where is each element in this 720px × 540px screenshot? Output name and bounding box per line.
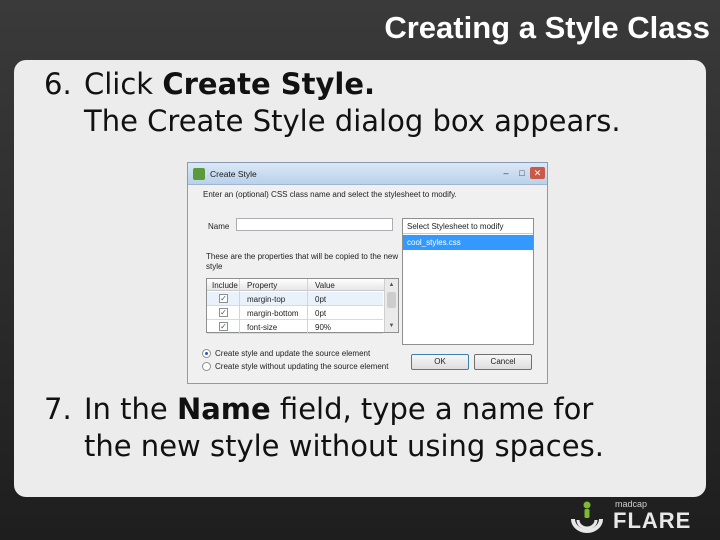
radio-label: Create style and update the source eleme… [215, 349, 371, 358]
property-name: font-size [247, 323, 278, 332]
name-label: Name [208, 222, 230, 231]
radio-button[interactable] [202, 349, 211, 358]
step-text-suffix: field, type a name for [270, 392, 594, 426]
scroll-down-icon[interactable]: ▼ [386, 321, 397, 331]
stylesheet-list: Select Stylesheet to modify cool_styles.… [402, 218, 534, 345]
close-button[interactable]: ✕ [530, 167, 545, 179]
name-input[interactable] [236, 218, 393, 231]
scroll-up-icon[interactable]: ▲ [386, 280, 397, 290]
step-number: 7. [44, 392, 72, 426]
ok-button[interactable]: OK [411, 354, 469, 370]
property-value: 0pt [315, 295, 327, 304]
column-divider [307, 279, 308, 334]
property-name: margin-top [247, 295, 286, 304]
slide-title: Creating a Style Class [384, 10, 710, 45]
column-divider [239, 279, 240, 334]
property-value: 0pt [315, 309, 327, 318]
table-row: ✓ margin-top 0pt [207, 292, 383, 306]
table-scrollbar[interactable]: ▲ ▼ [384, 279, 398, 332]
dialog-instructions: Enter an (optional) CSS class name and s… [203, 190, 457, 199]
stylesheet-list-header: Select Stylesheet to modify [403, 219, 533, 234]
cancel-button[interactable]: Cancel [474, 354, 532, 370]
stylesheet-item[interactable]: cool_styles.css [403, 235, 533, 250]
dialog-title: Create Style [210, 169, 257, 179]
step-text: In the Name field, type a name for the n… [84, 391, 704, 465]
include-checkbox[interactable]: ✓ [219, 322, 228, 331]
radio-label: Create style without updating the source… [215, 362, 389, 371]
table-row: ✓ font-size 90% [207, 320, 383, 334]
maximize-button[interactable]: □ [515, 167, 529, 179]
step-number: 6. [44, 67, 72, 101]
step-text-bold: Create Style. [162, 67, 376, 101]
property-name: margin-bottom [247, 309, 299, 318]
step-text-line2: The Create Style dialog box appears. [84, 104, 621, 138]
minimize-button[interactable]: – [499, 167, 513, 179]
flare-logo-icon [571, 501, 603, 533]
madcap-flare-logo: madcap FLARE [567, 497, 717, 537]
table-row: ✓ margin-bottom 0pt [207, 306, 383, 320]
step-text-prefix: Click [84, 67, 163, 101]
column-header-include[interactable]: Include [212, 281, 238, 290]
property-value: 90% [315, 323, 332, 332]
create-style-dialog: Create Style – □ ✕ Enter an (optional) C… [187, 162, 548, 384]
include-checkbox[interactable]: ✓ [219, 308, 228, 317]
properties-label: These are the properties that will be co… [206, 252, 399, 271]
app-icon [193, 168, 205, 180]
properties-table: Include Property Value ✓ margin-top 0pt … [206, 278, 399, 334]
step-text-line2: the new style without using spaces. [84, 429, 604, 463]
include-checkbox[interactable]: ✓ [219, 294, 228, 303]
column-header-property[interactable]: Property [247, 281, 277, 290]
table-header: Include Property Value [207, 279, 398, 291]
logo-big-text: FLARE [613, 508, 692, 533]
scroll-thumb[interactable] [387, 292, 396, 308]
step-text-prefix: In the [84, 392, 177, 426]
dialog-titlebar[interactable]: Create Style – □ ✕ [188, 163, 547, 185]
step-text-bold: Name [176, 392, 271, 426]
radio-button[interactable] [202, 362, 211, 371]
column-header-value[interactable]: Value [315, 281, 335, 290]
step-text: Click Create Style. The Create Style dia… [84, 66, 704, 140]
